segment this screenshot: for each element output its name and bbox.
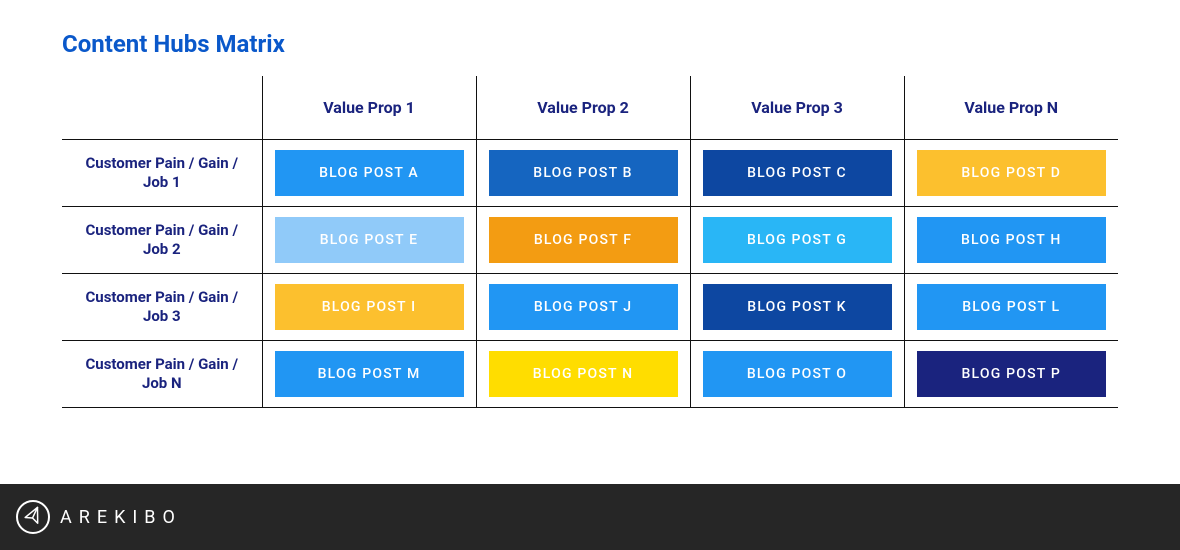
col-header: Value Prop 2 [476,76,690,140]
matrix-cell: BLOG POST N [489,351,678,397]
row-header: Customer Pain / Gain / Job N [62,341,262,408]
content-hubs-matrix: Value Prop 1 Value Prop 2 Value Prop 3 V… [62,76,1118,408]
row-header: Customer Pain / Gain / Job 1 [62,140,262,207]
matrix-cell: BLOG POST L [917,284,1107,330]
table-row: Customer Pain / Gain / Job N BLOG POST M… [62,341,1118,408]
table-row: Customer Pain / Gain / Job 1 BLOG POST A… [62,140,1118,207]
row-header: Customer Pain / Gain / Job 3 [62,274,262,341]
page-title: Content Hubs Matrix [62,30,1118,58]
matrix-cell: BLOG POST P [917,351,1107,397]
matrix-cell: BLOG POST G [703,217,892,263]
matrix-cell: BLOG POST H [917,217,1107,263]
col-header: Value Prop 3 [690,76,904,140]
brand-name: AREKIBO [60,507,182,528]
matrix-cell: BLOG POST A [275,150,464,196]
footer: AREKIBO [0,484,1180,550]
matrix-cell: BLOG POST J [489,284,678,330]
table-row: Customer Pain / Gain / Job 2 BLOG POST E… [62,207,1118,274]
matrix-corner [62,76,262,140]
matrix-cell: BLOG POST E [275,217,464,263]
brand-logo-icon [16,500,50,534]
col-header: Value Prop N [904,76,1118,140]
matrix-cell: BLOG POST B [489,150,678,196]
matrix-cell: BLOG POST M [275,351,464,397]
matrix-cell: BLOG POST D [917,150,1107,196]
row-header: Customer Pain / Gain / Job 2 [62,207,262,274]
matrix-cell: BLOG POST C [703,150,892,196]
matrix-cell: BLOG POST K [703,284,892,330]
matrix-cell: BLOG POST O [703,351,892,397]
matrix-cell: BLOG POST I [275,284,464,330]
matrix-cell: BLOG POST F [489,217,678,263]
col-header: Value Prop 1 [262,76,476,140]
table-row: Customer Pain / Gain / Job 3 BLOG POST I… [62,274,1118,341]
